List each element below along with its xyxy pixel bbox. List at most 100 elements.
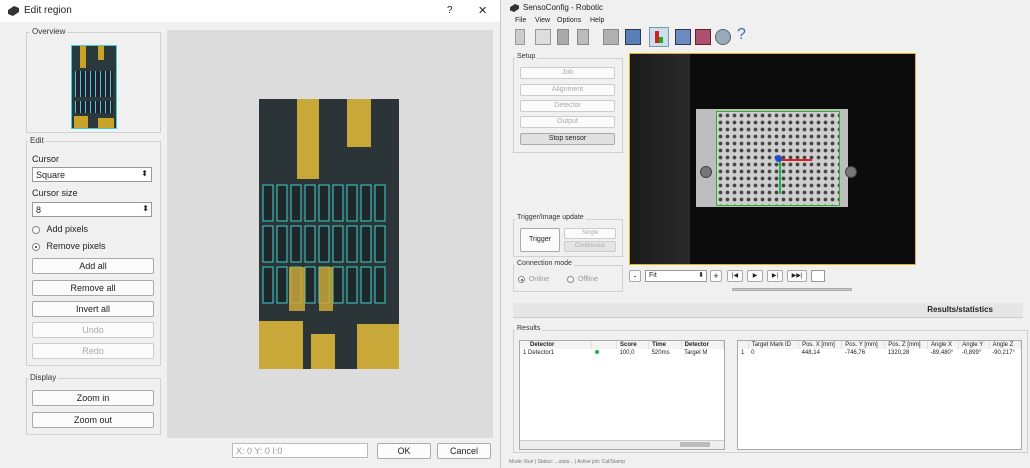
cell-pos-x: 448,14 [801, 350, 820, 356]
origin-mark [775, 155, 782, 162]
col-pos-x: Pos. X [mm] [798, 341, 843, 349]
cursor-size-spinbox[interactable]: 8 ⬍ [32, 202, 152, 217]
sensor-green-icon [659, 37, 663, 43]
remove-pixels-radio[interactable]: Remove pixels [32, 241, 106, 251]
menu-view[interactable]: View [535, 17, 550, 24]
online-label: Online [528, 276, 550, 284]
col-angle-y: Angle Y [958, 341, 990, 349]
col-index [738, 341, 749, 349]
help-icon[interactable]: ? [737, 26, 746, 44]
job-button[interactable]: Job [520, 67, 615, 79]
radio-on-icon [32, 242, 40, 251]
output-button[interactable]: Output [520, 116, 615, 128]
spin-arrows-icon[interactable]: ⬍ [142, 204, 149, 213]
menu-options[interactable]: Options [557, 17, 581, 24]
next-frame-button[interactable]: ▶| [767, 270, 783, 282]
col-pos-z: Pos. Z [mm] [884, 341, 929, 349]
zoom-minus-button[interactable]: - [629, 270, 641, 282]
ok-button[interactable]: OK [377, 443, 431, 459]
horizontal-scrollbar[interactable] [520, 440, 724, 449]
col-pos-y: Pos. Y [mm] [841, 341, 886, 349]
menu-file[interactable]: File [515, 17, 526, 24]
axis-y-line [779, 160, 781, 194]
axis-x-line [780, 159, 812, 161]
save-icon[interactable] [557, 29, 569, 45]
cube-icon[interactable] [625, 29, 641, 45]
col-angle-z: Angle Z [989, 341, 1021, 349]
online-radio[interactable]: Online [518, 276, 549, 283]
layers-icon[interactable] [675, 29, 691, 45]
overview-thumbnail [71, 45, 117, 129]
last-frame-button[interactable]: ▶▶| [787, 270, 807, 282]
add-pixels-radio[interactable]: Add pixels [32, 224, 88, 234]
table-row[interactable]: 1 0 448,14 -746,76 1320,28 -89,480° -0,8… [738, 349, 1021, 357]
col-detector-type: Detector [681, 341, 724, 349]
cell-target-mark-id: 0 [751, 350, 755, 356]
stop-sensor-button[interactable]: Stop sensor [520, 133, 615, 145]
cursor-size-value: 8 [36, 205, 42, 215]
cancel-button[interactable]: Cancel [437, 443, 491, 459]
export-icon[interactable] [577, 29, 589, 45]
radio-off-icon [32, 225, 40, 234]
radio-off-icon [567, 276, 574, 283]
coords-text: X: 0 Y: 0 I:0 [236, 446, 283, 456]
output-icon[interactable] [695, 29, 711, 45]
connection-label: Connection mode [515, 260, 574, 267]
col-score: Score [616, 341, 650, 349]
detector-table[interactable]: Detector Score Time Detector 1 Detector1… [519, 340, 725, 450]
zoom-out-button[interactable]: Zoom out [32, 412, 154, 428]
trigger-button[interactable]: Trigger [520, 228, 560, 252]
remove-all-button[interactable]: Remove all [32, 280, 154, 296]
chevron-updown-icon: ⬍ [698, 272, 704, 279]
grid-icon[interactable] [603, 29, 619, 45]
sensoconfig-window: SensoConfig - Robotic File View Options … [505, 0, 1030, 468]
new-icon[interactable] [515, 29, 525, 45]
display-label: Display [28, 373, 59, 382]
cursor-select[interactable]: Square ⬍ [32, 167, 152, 182]
status-bar-text: Mode: Run | Status: ...stats... | Active… [509, 459, 625, 465]
chat-icon[interactable] [715, 29, 731, 45]
cell-index: 1 [741, 350, 745, 356]
zoom-select[interactable]: Fit ⬍ [645, 270, 707, 282]
help-button[interactable]: ? [447, 5, 453, 16]
results-label: Results [515, 325, 543, 332]
zoom-plus-button[interactable]: + [710, 270, 722, 282]
alignment-button[interactable]: Alignment [520, 84, 615, 96]
cell-detector-type: Target M [684, 350, 708, 356]
plate-screw-right [845, 166, 857, 178]
continuous-button[interactable]: Continuous [564, 241, 616, 252]
cursor-label: Cursor [32, 154, 60, 164]
zoom-value: Fit [649, 272, 657, 279]
app-icon [510, 4, 519, 12]
results-statistics-title: Results/statistics [927, 305, 993, 314]
invert-all-button[interactable]: Invert all [32, 301, 154, 317]
cell-angle-x: -89,480° [930, 350, 954, 356]
app-icon [8, 6, 19, 16]
region-image [259, 99, 399, 369]
frame-slider[interactable] [732, 288, 852, 291]
menu-help[interactable]: Help [590, 17, 604, 24]
detector-button[interactable]: Detector [520, 100, 615, 112]
first-frame-button[interactable]: |◀ [727, 270, 743, 282]
undo-button[interactable]: Undo [32, 322, 154, 338]
offline-radio[interactable]: Offline [567, 276, 598, 283]
results-table[interactable]: Target Mark ID Pos. X [mm] Pos. Y [mm] P… [737, 340, 1022, 450]
cell-angle-y: -0,899° [961, 350, 982, 356]
add-all-button[interactable]: Add all [32, 258, 154, 274]
frame-counter-field[interactable] [811, 270, 825, 282]
close-button[interactable]: ✕ [478, 4, 487, 17]
open-icon[interactable] [535, 29, 551, 45]
col-time: Time [648, 341, 682, 349]
cell-detector: 1 Detector1 [523, 350, 555, 356]
title-bar: Edit region ? ✕ [0, 0, 500, 22]
redo-button[interactable]: Redo [32, 343, 154, 359]
scroll-thumb[interactable] [680, 442, 710, 447]
single-button[interactable]: Single [564, 228, 616, 239]
table-row[interactable]: 1 Detector1 100,0 520ms Target M [520, 349, 724, 357]
zoom-in-button[interactable]: Zoom in [32, 390, 154, 406]
overview-label: Overview [30, 27, 68, 36]
camera-view[interactable] [629, 53, 916, 265]
image-canvas[interactable] [167, 30, 493, 438]
table-header-row: Detector Score Time Detector [520, 341, 724, 349]
play-button[interactable]: ▶ [747, 270, 763, 282]
